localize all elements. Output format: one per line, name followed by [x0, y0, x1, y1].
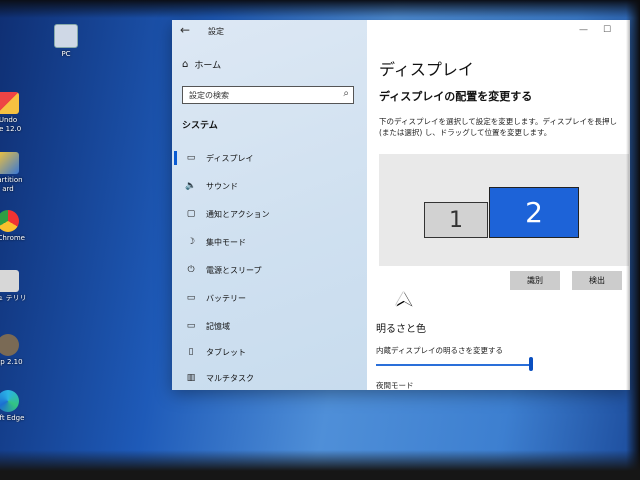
mouse-pointer: ⮝ [395, 286, 412, 310]
sidebar-item-focus[interactable]: ☽ 集中モード [172, 230, 367, 254]
sidebar-item-label: バッテリー [206, 293, 246, 303]
chrome-desktop-icon[interactable]: e Chrome [0, 210, 34, 243]
search-placeholder: 設定の検索 [189, 91, 229, 100]
sidebar-item-storage[interactable]: ▭ 記憶域 [172, 314, 367, 338]
app-icon [0, 270, 19, 292]
maximize-icon[interactable]: ☐ [603, 25, 611, 35]
brightness-slider-thumb[interactable] [529, 357, 533, 371]
sidebar-item-sound[interactable]: 🔈 サウンド [172, 174, 367, 198]
sidebar-item-power[interactable]: ⏻ 電源とスリープ [172, 258, 367, 282]
sidebar-item-label: 記憶域 [206, 321, 230, 331]
settings-content: — ☐ ディスプレイ ディスプレイの配置を変更する 下のディスプレイを選択して設… [367, 20, 630, 390]
sidebar-item-label: 通知とアクション [206, 209, 270, 219]
home-label: ホーム [194, 61, 222, 71]
page-title: ディスプレイ [379, 60, 474, 79]
home-link[interactable]: ⌂ ホーム [182, 58, 221, 71]
back-arrow-icon[interactable]: ← [180, 23, 190, 37]
sound-icon: 🔈 [185, 181, 197, 191]
identify-button[interactable]: 識別 [510, 271, 560, 290]
detect-button[interactable]: 検出 [572, 271, 622, 290]
sidebar-item-label: ディスプレイ [206, 153, 254, 163]
monitor-bezel-bottom [0, 450, 640, 480]
partition-desktop-icon[interactable]: Partition ard [0, 152, 34, 194]
moon-icon: ☽ [186, 237, 196, 247]
sidebar-item-label: タブレット [206, 347, 246, 357]
multitask-icon: ▥ [186, 373, 196, 383]
notification-icon: ▢ [186, 209, 196, 219]
search-input[interactable]: 設定の検索 ⌕ [182, 86, 354, 104]
storage-icon: ▭ [186, 321, 196, 331]
partition-icon [0, 152, 19, 174]
sidebar-item-label: 電源とスリープ [206, 265, 262, 275]
sidebar-item-tablet[interactable]: ▯ タブレット [172, 340, 367, 364]
monitor-bezel-top [0, 0, 640, 18]
section-heading: ディスプレイの配置を変更する [379, 90, 533, 103]
monitor-2[interactable]: 2 [489, 187, 579, 238]
installer-icon [0, 92, 19, 114]
brightness-heading: 明るさと色 [376, 324, 426, 335]
sidebar-item-battery[interactable]: ▭ バッテリー [172, 286, 367, 310]
monitor-bezel-right [626, 0, 640, 480]
section-description: 下のディスプレイを選択して設定を変更します。ディスプレイを長押し (または選択)… [379, 117, 617, 137]
gimp-desktop-icon[interactable]: mp 2.10 [0, 334, 34, 367]
edge-desktop-icon[interactable]: soft Edge [0, 390, 34, 423]
display-icon: ▭ [186, 153, 196, 163]
sidebar-item-multitask[interactable]: ▥ マルチタスク [172, 366, 367, 390]
sidebar-item-display[interactable]: ▭ ディスプレイ [172, 146, 367, 170]
night-mode-label: 夜間モード [376, 381, 414, 390]
window-title: 設定 [208, 27, 224, 36]
title-bar: ← 設定 [172, 20, 367, 44]
pc-icon [54, 24, 78, 48]
brightness-slider-track[interactable] [376, 364, 533, 366]
settings-sidebar: ← 設定 ⌂ ホーム 設定の検索 ⌕ システム ▭ ディスプレイ 🔈 サウンド … [172, 20, 367, 390]
home-icon: ⌂ [182, 59, 189, 70]
display-arrangement-area: 1 2 [379, 154, 629, 266]
monitor-1[interactable]: 1 [424, 202, 488, 238]
sidebar-item-label: マルチタスク [206, 373, 254, 383]
tablet-icon: ▯ [188, 347, 194, 357]
edge-icon [0, 390, 19, 412]
search-icon: ⌕ [343, 88, 349, 99]
chrome-icon [0, 210, 19, 232]
sidebar-item-label: 集中モード [206, 237, 246, 247]
minimize-icon[interactable]: — [579, 25, 588, 35]
gimp-icon [0, 334, 19, 356]
sidebar-item-notifications[interactable]: ▢ 通知とアクション [172, 202, 367, 226]
installer-desktop-icon[interactable]: Undo ee 12.0 [0, 92, 34, 134]
settings-window: ← 設定 ⌂ ホーム 設定の検索 ⌕ システム ▭ ディスプレイ 🔈 サウンド … [172, 20, 630, 390]
battery-icon: ▭ [186, 293, 196, 303]
section-title: システム [182, 121, 218, 131]
pc-desktop-icon[interactable]: PC [40, 24, 92, 59]
sidebar-item-label: サウンド [206, 181, 238, 191]
power-icon: ⏻ [187, 265, 195, 275]
app-desktop-icon[interactable]: リュ テリリ [0, 270, 34, 303]
brightness-label: 内蔵ディスプレイの明るさを変更する [376, 346, 503, 355]
